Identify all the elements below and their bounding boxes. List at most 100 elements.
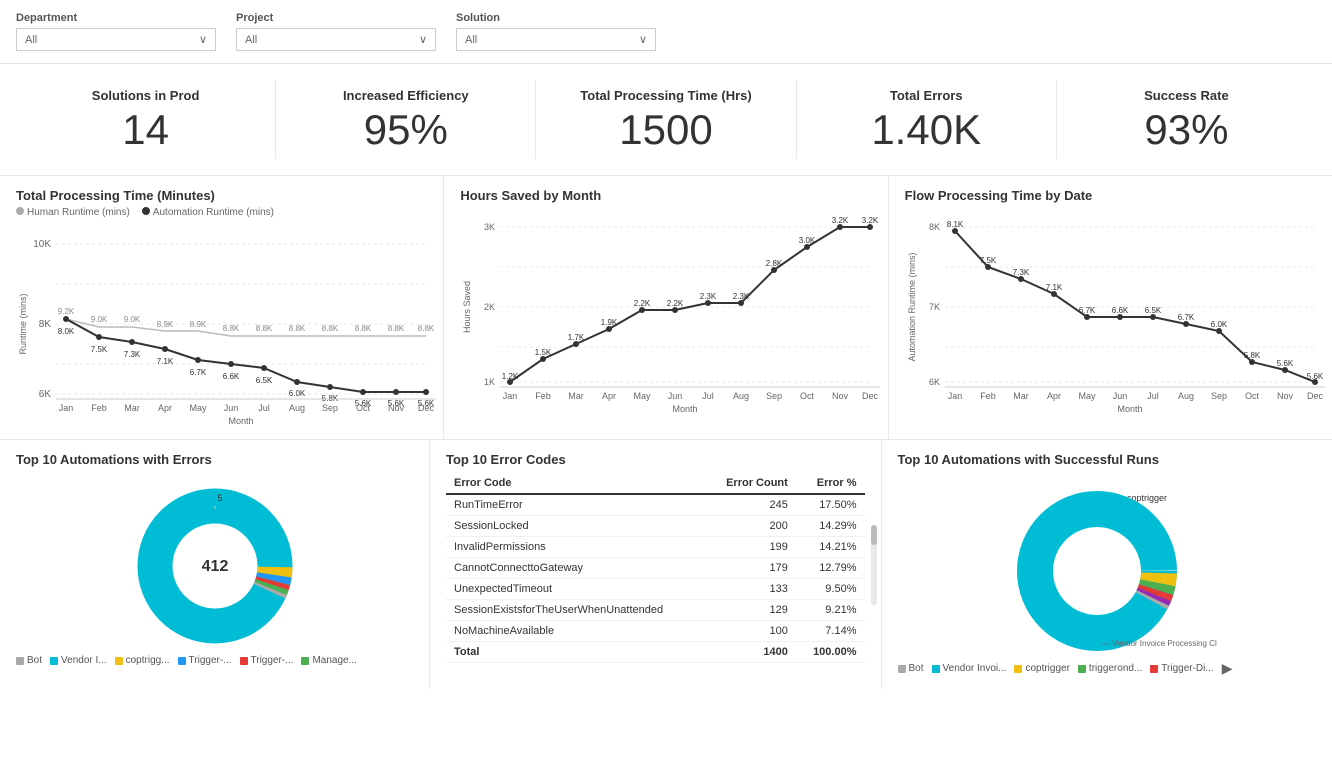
kpi-success: Success Rate 93% [1057, 80, 1316, 159]
svg-text:Oct: Oct [356, 403, 371, 413]
department-value: All [25, 34, 37, 46]
svg-text:Feb: Feb [536, 391, 552, 401]
svg-text:Jan: Jan [947, 391, 962, 401]
error-pct-cell: 9.50% [796, 579, 865, 600]
department-label: Department [16, 12, 216, 24]
svg-text:6K: 6K [929, 377, 940, 387]
donut-success-legend: Bot Vendor Invoi... coptrigger triggeron… [898, 660, 1317, 677]
svg-text:8.0K: 8.0K [58, 327, 75, 336]
svg-text:5.8K: 5.8K [1243, 351, 1260, 360]
svg-text:1.2K: 1.2K [502, 372, 519, 381]
svg-text:10K: 10K [33, 239, 51, 250]
svg-text:9.0K: 9.0K [91, 315, 108, 324]
svg-text:6.7K: 6.7K [190, 368, 207, 377]
department-chevron: ∨ [199, 33, 207, 46]
col-error-pct: Error % [796, 473, 865, 494]
error-codes-scroll[interactable]: Error Code Error Count Error % RunTimeEr… [446, 473, 865, 663]
error-count-cell: 129 [706, 600, 796, 621]
svg-text:7.5K: 7.5K [91, 345, 108, 354]
kpi-success-value: 93% [1073, 109, 1300, 151]
kpi-processing-value: 1500 [552, 109, 779, 151]
svg-text:Mar: Mar [569, 391, 585, 401]
error-count-cell: 199 [706, 537, 796, 558]
legend-trigger1: Trigger-... [178, 655, 232, 666]
svg-text:8.1K: 8.1K [946, 220, 963, 229]
svg-text:6.0K: 6.0K [1210, 320, 1227, 329]
project-label: Project [236, 12, 436, 24]
svg-text:Aug: Aug [733, 391, 749, 401]
chart-flow-title: Flow Processing Time by Date [905, 188, 1316, 203]
department-select[interactable]: All ∨ [16, 28, 216, 51]
legend-vendor: Vendor I... [50, 655, 107, 666]
kpi-errors-label: Total Errors [813, 88, 1040, 103]
svg-text:6.7K: 6.7K [1177, 313, 1194, 322]
svg-text:5.6K: 5.6K [1276, 359, 1293, 368]
svg-text:7.5K: 7.5K [979, 256, 996, 265]
error-count-cell: 245 [706, 494, 796, 516]
error-code-cell: InvalidPermissions [446, 537, 706, 558]
solution-select[interactable]: All ∨ [456, 28, 656, 51]
legend-success-coptrigger: coptrigger [1014, 663, 1069, 674]
chart-processing-title: Total Processing Time (Minutes) [16, 188, 427, 203]
svg-text:Jul: Jul [1147, 391, 1159, 401]
svg-text:8.8K: 8.8K [289, 324, 306, 333]
svg-text:Mar: Mar [1013, 391, 1029, 401]
kpi-errors: Total Errors 1.40K [797, 80, 1057, 159]
total-pct: 100.00% [796, 642, 865, 663]
legend-success-triggerond: triggerond... [1078, 663, 1142, 674]
solution-value: All [465, 34, 477, 46]
svg-text:May: May [189, 403, 207, 413]
table-row: InvalidPermissions19914.21% [446, 537, 865, 558]
error-code-cell: UnexpectedTimeout [446, 579, 706, 600]
svg-text:Month: Month [673, 404, 698, 414]
kpi-solutions-value: 14 [32, 109, 259, 151]
svg-text:Sep: Sep [1211, 391, 1227, 401]
svg-text:Dec: Dec [418, 403, 435, 413]
project-select[interactable]: All ∨ [236, 28, 436, 51]
svg-text:6.6K: 6.6K [223, 372, 240, 381]
svg-text:Jan: Jan [59, 403, 74, 413]
svg-text:Apr: Apr [602, 391, 616, 401]
legend-manage: Manage... [301, 655, 356, 666]
filter-bar: Department All ∨ Project All ∨ Solution … [0, 0, 1332, 64]
svg-text:May: May [1078, 391, 1096, 401]
donut-success-panel: Top 10 Automations with Successful Runs … [882, 440, 1332, 689]
scroll-bar[interactable] [871, 525, 877, 605]
svg-text:Nov: Nov [1277, 391, 1294, 401]
error-code-cell: RunTimeError [446, 494, 706, 516]
svg-text:7.3K: 7.3K [1012, 268, 1029, 277]
svg-text:9.0K: 9.0K [124, 315, 141, 324]
legend-bot: Bot [16, 655, 42, 666]
human-runtime-line [66, 319, 426, 336]
svg-text:9.2K: 9.2K [58, 307, 75, 316]
kpi-efficiency-label: Increased Efficiency [292, 88, 519, 103]
svg-text:Hours Saved: Hours Saved [462, 281, 472, 333]
legend-more[interactable]: ▶ [1222, 660, 1233, 677]
svg-text:Aug: Aug [1178, 391, 1194, 401]
project-chevron: ∨ [419, 33, 427, 46]
kpi-row: Solutions in Prod 14 Increased Efficienc… [0, 64, 1332, 176]
error-pct-cell: 17.50% [796, 494, 865, 516]
error-count-cell: 200 [706, 516, 796, 537]
error-pct-cell: 12.79% [796, 558, 865, 579]
table-row: NoMachineAvailable1007.14% [446, 621, 865, 642]
table-row: SessionExistsforTheUserWhenUnattended129… [446, 600, 865, 621]
donut-success-svg: coptrigger — Vendor Invoice Processing C… [997, 471, 1217, 656]
svg-text:6.5K: 6.5K [256, 376, 273, 385]
error-code-cell: SessionExistsforTheUserWhenUnattended [446, 600, 706, 621]
svg-text:7.3K: 7.3K [124, 350, 141, 359]
svg-text:6.6K: 6.6K [1111, 306, 1128, 315]
kpi-solutions: Solutions in Prod 14 [16, 80, 276, 159]
svg-text:May: May [634, 391, 652, 401]
svg-text:Runtime (mins): Runtime (mins) [18, 293, 28, 354]
error-count-cell: 100 [706, 621, 796, 642]
bottom-row: Top 10 Automations with Errors 5 412 [0, 440, 1332, 689]
error-code-cell: SessionLocked [446, 516, 706, 537]
flow-processing-line [955, 231, 1315, 382]
svg-text:412: 412 [201, 558, 228, 575]
chart-hours-title: Hours Saved by Month [460, 188, 871, 203]
table-row: SessionLocked20014.29% [446, 516, 865, 537]
svg-text:8.8K: 8.8K [355, 324, 372, 333]
svg-text:Jun: Jun [1112, 391, 1127, 401]
svg-text:Oct: Oct [800, 391, 815, 401]
